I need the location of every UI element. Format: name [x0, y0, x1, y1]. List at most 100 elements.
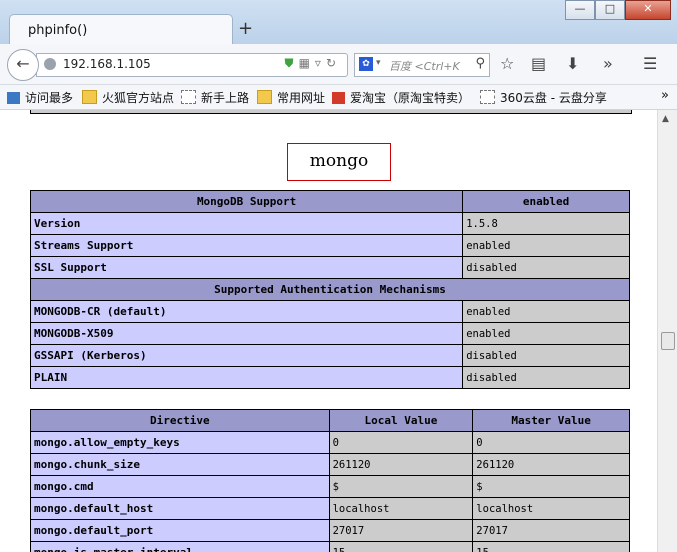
minimize-button[interactable]: — [565, 0, 595, 20]
search-input[interactable]: 百度 <Ctrl+K [389, 58, 460, 74]
value-cell: disabled [462, 344, 630, 367]
value-cell: disabled [462, 366, 630, 389]
bookmark-most-visited[interactable]: 访问最多 [7, 89, 73, 106]
table-row: mongo.default_host localhost localhost [30, 497, 630, 520]
browser-tab[interactable]: phpinfo() [9, 14, 233, 46]
vertical-scrollbar[interactable]: ▲ [657, 110, 677, 552]
bookmark-common-sites[interactable]: 常用网址 [257, 89, 325, 106]
bookmark-firefox-site[interactable]: 火狐官方站点 [82, 89, 174, 106]
value-cell: enabled [462, 300, 630, 323]
local-value-cell: 15 [328, 541, 474, 552]
header-cell: enabled [462, 190, 630, 213]
directive-table: Directive Local Value Master Value mongo… [30, 409, 630, 552]
title-bar: phpinfo() + — □ ✕ [0, 0, 677, 46]
bookmark-label: 火狐官方站点 [102, 91, 175, 105]
table-header-row: MongoDB Support enabled [29, 190, 630, 213]
header-cell: Local Value [328, 409, 474, 432]
table-row: Streams Support enabled [29, 234, 630, 257]
table-row: MONGODB-X509 enabled [29, 322, 630, 345]
navigation-bar: 192.168.1.105 ⛊▦▿↻ ← ✿ ▾ 百度 <Ctrl+K ⚲ ☆ … [0, 44, 677, 85]
mongodb-support-table: MongoDB Support enabled Version 1.5.8 Str… [29, 190, 630, 389]
bookmark-getting-started[interactable]: 新手上路 [181, 89, 249, 106]
baidu-paw-icon[interactable]: ✿ [359, 57, 373, 71]
star-icon[interactable]: ☆ [500, 54, 514, 73]
value-cell: enabled [462, 322, 630, 345]
master-value-cell: localhost [472, 497, 630, 520]
search-engine-dropdown-icon[interactable]: ▾ [376, 58, 381, 68]
key-cell: MONGODB-CR (default) [29, 300, 464, 323]
previous-table-bottom [30, 110, 632, 114]
search-icon[interactable]: ⚲ [475, 56, 485, 71]
table-row: GSSAPI (Kerberos) disabled [29, 344, 630, 367]
table-row: PLAIN disabled [29, 366, 630, 389]
directive-cell: mongo.default_port [30, 519, 330, 542]
folder-icon [257, 90, 272, 104]
back-arrow-icon: ← [16, 54, 30, 73]
table-row: mongo.is_master_interval1515 [30, 541, 630, 552]
bookmarks-toolbar: 访问最多 火狐官方站点 新手上路 常用网址 爱淘宝（原淘宝特卖） 360云盘 -… [0, 85, 677, 110]
new-tab-button[interactable]: + [238, 18, 253, 39]
key-cell: GSSAPI (Kerberos) [29, 344, 464, 367]
tab-title: phpinfo() [28, 23, 88, 38]
local-value-cell: 27017 [328, 519, 474, 542]
master-value-cell: $ [472, 475, 630, 498]
table-row: mongo.default_port 27017 27017 [30, 519, 630, 542]
window-controls: — □ ✕ [565, 0, 671, 20]
table-subheader-row: Supported Authentication Mechanisms [30, 278, 630, 301]
table-row: Version 1.5.8 [29, 212, 630, 235]
bookmark-label: 常用网址 [277, 91, 326, 105]
bookmark-label: 爱淘宝（原淘宝特卖） [350, 91, 471, 105]
bookmark-label: 360云盘 - 云盘分享 [500, 91, 607, 105]
section-title: mongo [309, 151, 369, 171]
url-bar[interactable]: 192.168.1.105 ⛊▦▿↻ [36, 53, 348, 77]
local-value-cell: 0 [328, 431, 474, 454]
bookmark-label: 访问最多 [25, 91, 74, 105]
maximize-button[interactable]: □ [595, 0, 625, 20]
bookmarks-overflow-button[interactable]: » [661, 88, 669, 103]
header-cell: Master Value [472, 409, 630, 432]
header-cell: Directive [30, 409, 330, 432]
page-icon [181, 90, 196, 104]
globe-icon [44, 58, 56, 70]
master-value-cell: 261120 [472, 453, 630, 476]
directive-cell: mongo.cmd [30, 475, 330, 498]
table-row: mongo.chunk_size 261120 261120 [30, 453, 630, 476]
value-cell: 1.5.8 [462, 212, 630, 235]
page-content: mongo MongoDB Support enabled Version 1.5… [0, 110, 657, 552]
table-row: mongo.allow_empty_keys 0 0 [30, 431, 630, 454]
local-value-cell: 261120 [328, 453, 474, 476]
scrollbar-thumb[interactable] [661, 332, 675, 350]
directive-cell: mongo.chunk_size [30, 453, 330, 476]
folder-icon [82, 90, 97, 104]
qr-code-icon[interactable]: ▦ [299, 56, 315, 70]
key-cell: PLAIN [29, 366, 464, 389]
key-cell: Version [29, 212, 464, 235]
scroll-up-icon[interactable]: ▲ [662, 114, 669, 124]
table-row: mongo.cmd $ $ [30, 475, 630, 498]
bookmark-label: 新手上路 [201, 91, 250, 105]
value-cell: disabled [462, 256, 630, 279]
bookmark-icon [7, 92, 20, 104]
local-value-cell: $ [328, 475, 474, 498]
search-bar[interactable]: ✿ ▾ 百度 <Ctrl+K ⚲ [354, 53, 490, 77]
close-button[interactable]: ✕ [625, 0, 671, 20]
dropdown-icon[interactable]: ▿ [315, 56, 326, 70]
download-icon[interactable]: ⬇ [566, 54, 579, 73]
section-heading: mongo [287, 143, 391, 181]
reading-list-icon[interactable]: ▤ [531, 54, 546, 73]
bookmark-360-cloud[interactable]: 360云盘 - 云盘分享 [480, 89, 607, 106]
back-button[interactable]: ← [7, 49, 39, 81]
table-row: MONGODB-CR (default) enabled [29, 300, 630, 323]
menu-icon[interactable]: ☰ [643, 54, 657, 73]
shield-icon[interactable]: ⛊ [285, 56, 299, 70]
directive-cell: mongo.allow_empty_keys [30, 431, 330, 454]
table-row: SSL Support disabled [29, 256, 630, 279]
table-header-row: Directive Local Value Master Value [30, 409, 630, 432]
bookmark-taobao[interactable]: 爱淘宝（原淘宝特卖） [332, 89, 470, 106]
directive-cell: mongo.default_host [30, 497, 330, 520]
overflow-chevron-icon[interactable]: » [603, 54, 613, 73]
url-bar-icons: ⛊▦▿↻ [285, 56, 341, 71]
subheader-cell: Supported Authentication Mechanisms [30, 278, 630, 301]
url-text[interactable]: 192.168.1.105 [63, 57, 151, 71]
reload-icon[interactable]: ↻ [326, 56, 341, 70]
